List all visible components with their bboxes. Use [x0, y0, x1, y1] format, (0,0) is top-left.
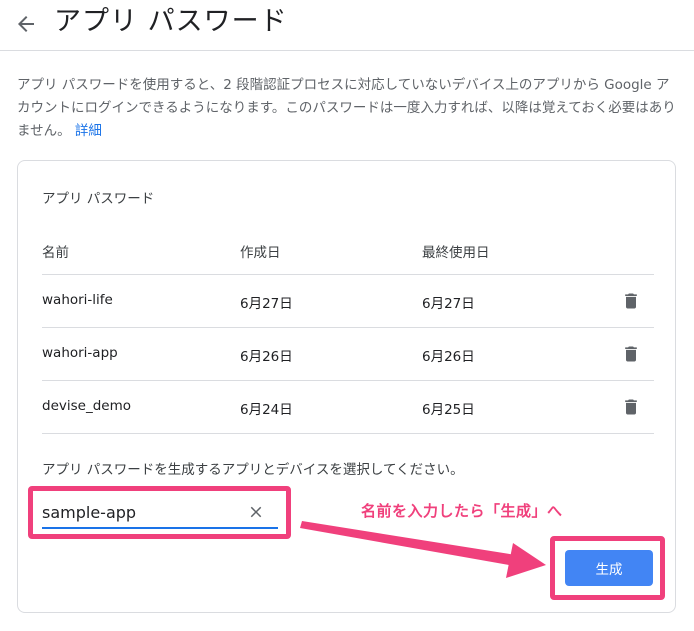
trash-icon[interactable] [621, 397, 641, 417]
row-created: 6月27日 [240, 296, 293, 312]
table-row: wahori-app 6月26日 6月26日 [42, 327, 654, 381]
description: アプリ パスワードを使用すると、2 段階認証プロセスに対応していないデバイス上の… [17, 74, 677, 143]
trash-icon[interactable] [621, 291, 641, 311]
row-name: wahori-life [42, 292, 113, 308]
select-app-label: アプリ パスワードを生成するアプリとデバイスを選択してください。 [42, 462, 464, 478]
generate-button[interactable]: 生成 [565, 550, 653, 586]
description-text: アプリ パスワードを使用すると、2 段階認証プロセスに対応していないデバイス上の… [17, 77, 676, 139]
arrow-back-icon[interactable] [14, 12, 38, 36]
app-name-input[interactable] [42, 499, 232, 525]
page-title: アプリ パスワード [54, 6, 288, 37]
row-name: wahori-app [42, 345, 118, 361]
app-name-field [42, 497, 278, 529]
app-passwords-card: アプリ パスワード 名前 作成日 最終使用日 wahori-life 6月27日… [17, 160, 676, 613]
close-icon[interactable] [247, 503, 265, 521]
column-header-name: 名前 [42, 245, 69, 261]
table-row: devise_demo 6月24日 6月25日 [42, 380, 654, 434]
column-header-last-used: 最終使用日 [422, 245, 490, 261]
row-name: devise_demo [42, 398, 131, 414]
learn-more-link[interactable]: 詳細 [75, 123, 102, 139]
column-header-created: 作成日 [240, 245, 281, 261]
row-last-used: 6月27日 [422, 296, 475, 312]
header: アプリ パスワード [0, 0, 694, 51]
table-divider [42, 433, 654, 434]
card-title: アプリ パスワード [42, 191, 155, 207]
row-created: 6月26日 [240, 349, 293, 365]
row-last-used: 6月25日 [422, 402, 475, 418]
annotation-label: 名前を入力したら「生成」へ [361, 502, 563, 520]
row-last-used: 6月26日 [422, 349, 475, 365]
row-created: 6月24日 [240, 402, 293, 418]
trash-icon[interactable] [621, 344, 641, 364]
table-row: wahori-life 6月27日 6月27日 [42, 274, 654, 328]
